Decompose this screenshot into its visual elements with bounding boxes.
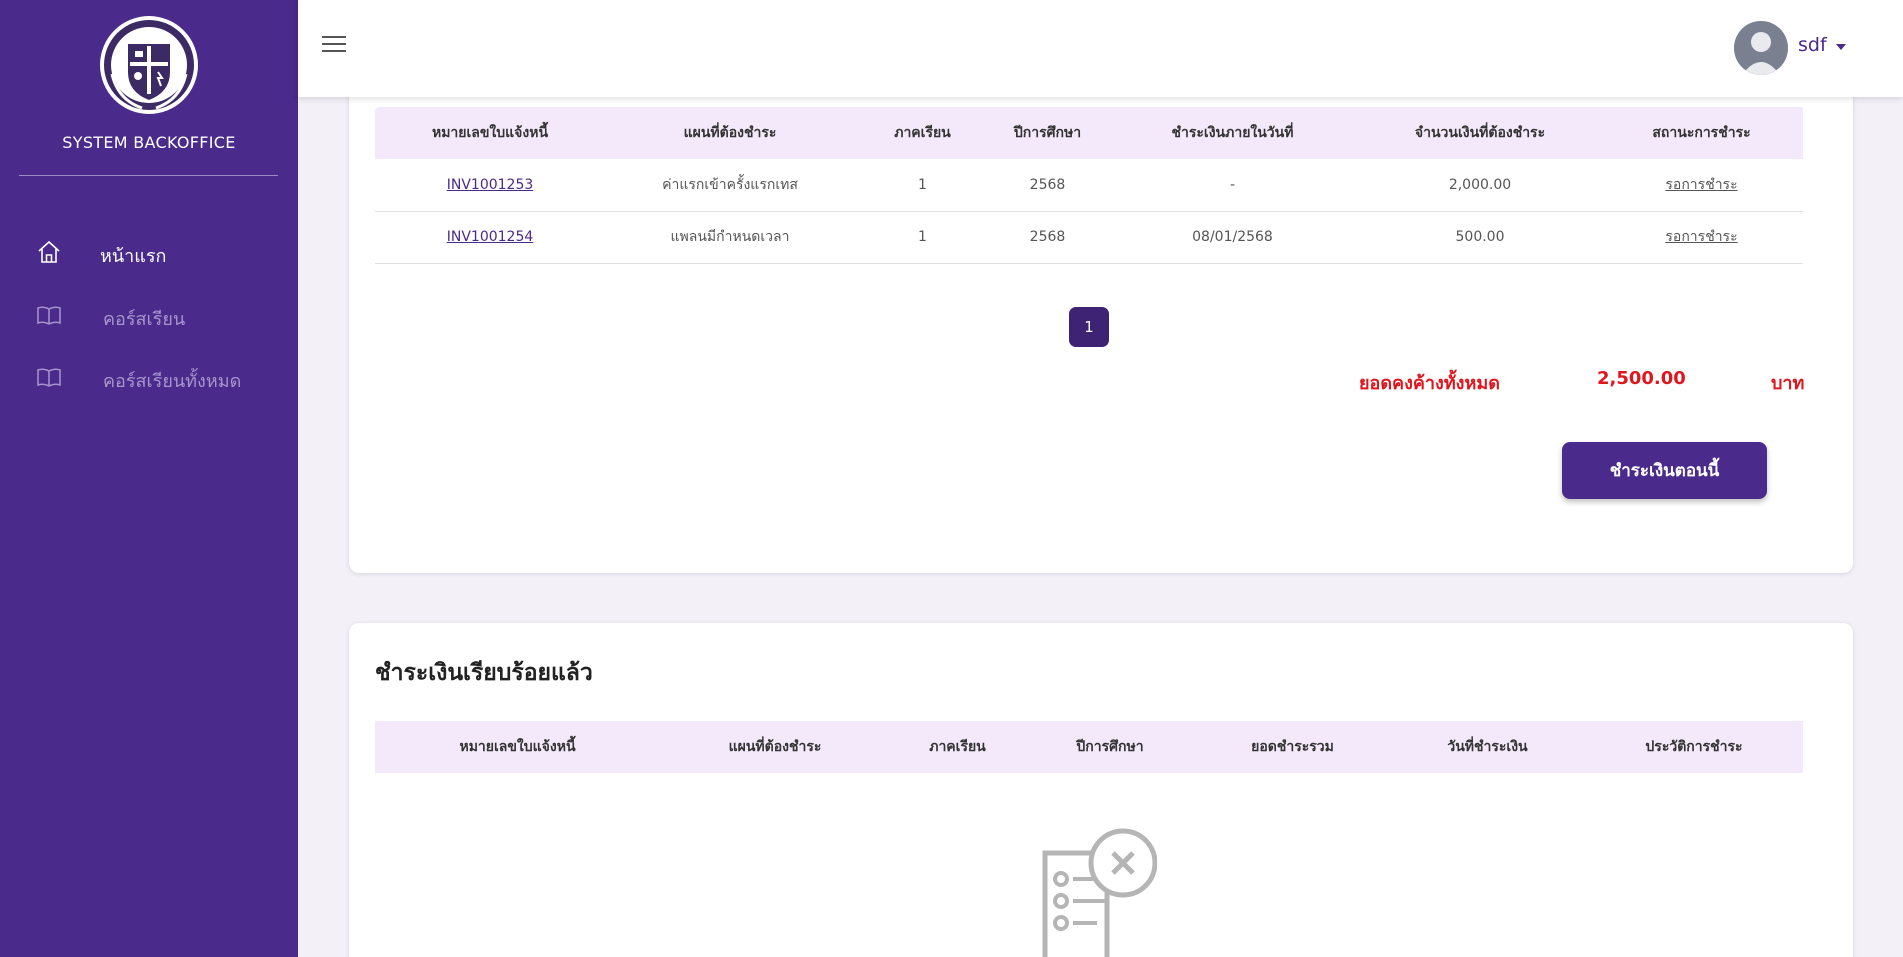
table-row: INV1001254 แพลนมีกำหนดเวลา 1 2568 08/01/… [375, 211, 1803, 264]
chevron-down-icon[interactable] [1836, 44, 1846, 50]
column-header: ปีการศึกษา [1076, 739, 1144, 755]
column-header: ภาคเรียน [894, 125, 951, 141]
table-row: INV1001253 ค่าแรกเข้าครั้งแรกเทส 1 2568 … [375, 159, 1803, 212]
pagination-page-button[interactable]: 1 [1069, 307, 1109, 347]
column-header: แผนที่ต้องชำระ [683, 125, 777, 141]
year-cell: 2568 [990, 159, 1105, 212]
column-header: จำนวนเงินที่ต้องชำระ [1414, 125, 1546, 141]
plan-cell: ค่าแรกเข้าครั้งแรกเทส [605, 159, 855, 212]
sidebar-item-home[interactable]: หน้าแรก [0, 230, 298, 274]
no-document-icon [1042, 828, 1157, 957]
invoice-link[interactable]: INV1001254 [447, 229, 534, 245]
top-header: sdf [298, 0, 1903, 97]
column-header: วันที่ชำระเงิน [1447, 739, 1528, 755]
column-header: หมายเลขใบแจ้งหนี้ [459, 739, 576, 755]
term-cell: 1 [855, 159, 990, 212]
payment-status-link[interactable]: รอการชำระ [1665, 177, 1737, 193]
pay-now-button[interactable]: ชำระเงินตอนนี้ [1562, 442, 1767, 499]
sidebar-item-all-courses[interactable]: คอร์สเรียนทั้งหมด [0, 355, 298, 399]
section-title: ชำระเงินเรียบร้อยแล้ว [375, 660, 593, 686]
payment-status-link[interactable]: รอการชำระ [1665, 229, 1737, 245]
year-cell: 2568 [990, 211, 1105, 264]
column-header: ยอดชำระรวม [1251, 739, 1334, 755]
user-avatar-icon [1734, 21, 1788, 75]
crest-logo [100, 16, 198, 114]
column-header: ปีการศึกษา [1013, 125, 1082, 141]
avatar[interactable] [1734, 21, 1788, 75]
table-header-row: หมายเลขใบแจ้งหนี้ แผนที่ต้องชำระ ภาคเรีย… [375, 107, 1803, 159]
book-icon [37, 306, 61, 325]
outstanding-invoices-table: หมายเลขใบแจ้งหนี้ แผนที่ต้องชำระ ภาคเรีย… [375, 107, 1803, 264]
outstanding-invoices-card: หมายเลขใบแจ้งหนี้ แผนที่ต้องชำระ ภาคเรีย… [349, 60, 1853, 573]
brand-title: SYSTEM BACKOFFICE [62, 133, 236, 152]
sidebar-item-label: หน้าแรก [100, 246, 167, 267]
column-header: ประวัติการชำระ [1645, 739, 1743, 755]
sidebar-item-label: คอร์สเรียน [103, 309, 186, 330]
home-icon [38, 240, 60, 263]
column-header: ชำระเงินภายในวันที่ [1171, 125, 1294, 141]
total-outstanding-value: 2,500.00 [1597, 368, 1686, 389]
user-name[interactable]: sdf [1798, 34, 1827, 56]
table-header-row: หมายเลขใบแจ้งหนี้ แผนที่ต้องชำระ ภาคเรีย… [375, 721, 1803, 773]
amount-cell: 500.00 [1360, 211, 1600, 264]
invoice-link[interactable]: INV1001253 [447, 177, 534, 193]
menu-icon[interactable] [322, 36, 346, 56]
sidebar-item-courses[interactable]: คอร์สเรียน [0, 293, 298, 337]
sidebar: SYSTEM BACKOFFICE หน้าแรก คอร์สเรียน คอร… [0, 0, 298, 957]
term-cell: 1 [855, 211, 990, 264]
book-icon [37, 368, 61, 387]
amount-cell: 2,000.00 [1360, 159, 1600, 212]
column-header: ภาคเรียน [929, 739, 986, 755]
plan-cell: แพลนมีกำหนดเวลา [605, 211, 855, 264]
paid-invoices-card: ชำระเงินเรียบร้อยแล้ว หมายเลขใบแจ้งหนี้ … [349, 623, 1853, 957]
due-cell: 08/01/2568 [1105, 211, 1360, 264]
column-header: แผนที่ต้องชำระ [728, 739, 822, 755]
sidebar-item-label: คอร์สเรียนทั้งหมด [103, 371, 242, 392]
currency-unit: บาท [1771, 373, 1805, 394]
total-outstanding-label: ยอดคงค้างทั้งหมด [1359, 373, 1500, 394]
due-cell: - [1105, 159, 1360, 212]
paid-invoices-table: หมายเลขใบแจ้งหนี้ แผนที่ต้องชำระ ภาคเรีย… [375, 721, 1803, 773]
column-header: หมายเลขใบแจ้งหนี้ [431, 125, 549, 141]
column-header: สถานะการชำระ [1652, 125, 1751, 141]
sidebar-divider [19, 175, 278, 176]
